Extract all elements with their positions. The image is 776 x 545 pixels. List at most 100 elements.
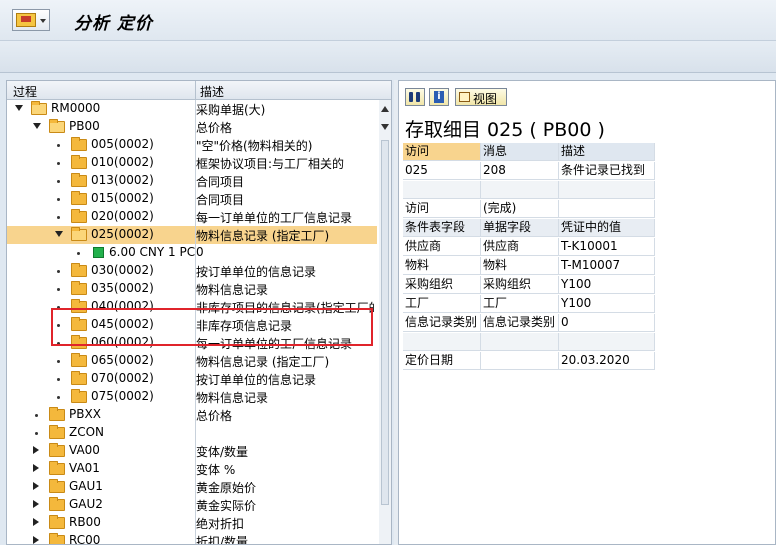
tree-row[interactable]: VA01 变体 %: [7, 460, 377, 478]
tree-node-cell[interactable]: GAU1: [7, 478, 195, 496]
tree-row[interactable]: GAU1 黄金原始价: [7, 478, 377, 496]
cell-access: [403, 181, 481, 199]
tree-row[interactable]: PB00 总价格: [7, 118, 377, 136]
tree-node-description: 采购单据(大): [196, 103, 266, 117]
tree-row[interactable]: 075(0002) 物料信息记录: [7, 388, 377, 406]
tree-node-cell[interactable]: 020(0002): [7, 208, 195, 226]
tree-node-cell[interactable]: RB00: [7, 514, 195, 532]
expand-node-icon[interactable]: [33, 536, 39, 544]
tree-node-cell[interactable]: 005(0002): [7, 136, 195, 154]
tree-row[interactable]: 025(0002) 物料信息记录 (指定工厂): [7, 226, 377, 244]
tree-node-description: 物料信息记录 (指定工厂): [196, 355, 330, 369]
collapse-node-icon[interactable]: [15, 105, 23, 111]
tree-row[interactable]: 013(0002) 合同项目: [7, 172, 377, 190]
green-status-icon: [93, 247, 104, 258]
menu-icon-button[interactable]: [12, 9, 50, 31]
tree-node-cell[interactable]: GAU2: [7, 496, 195, 514]
tree-node-cell[interactable]: 010(0002): [7, 154, 195, 172]
cell-message: 工厂: [481, 295, 559, 313]
folder-icon: [49, 533, 65, 544]
cell-value: 条件记录已找到: [559, 162, 655, 180]
tree-row[interactable]: 070(0002) 按订单单位的信息记录: [7, 370, 377, 388]
tree-row[interactable]: 035(0002) 物料信息记录: [7, 280, 377, 298]
tree-node-label: VA00: [69, 443, 100, 457]
tree-node-cell[interactable]: RC00: [7, 532, 195, 544]
tree-row[interactable]: 6.00 CNY 1 PC 0: [7, 244, 377, 262]
expand-node-icon[interactable]: [33, 464, 39, 472]
tree-node-cell[interactable]: PBXX: [7, 406, 195, 424]
pricing-tree-panel: 过程 描述 RM0000 采购单据(大) PB00 总价格 005(0002) "空"价格…: [6, 80, 392, 545]
column-divider[interactable]: [195, 81, 196, 99]
cell-access: [403, 333, 481, 351]
tree-row[interactable]: RM0000 采购单据(大): [7, 100, 377, 118]
tree-node-label: 013(0002): [91, 173, 154, 187]
tree-row[interactable]: GAU2 黄金实际价: [7, 496, 377, 514]
tree-row[interactable]: 015(0002) 合同项目: [7, 190, 377, 208]
expand-node-icon[interactable]: [33, 500, 39, 508]
collapse-node-icon[interactable]: [55, 231, 63, 237]
tree-node-cell[interactable]: 065(0002): [7, 352, 195, 370]
leaf-bullet-icon: [77, 252, 80, 255]
column-header-process[interactable]: 过程: [13, 83, 37, 100]
tree-node-label: 025(0002): [91, 227, 154, 241]
leaf-bullet-icon: [57, 378, 60, 381]
cell-access: 工厂: [403, 295, 481, 313]
tree-node-cell[interactable]: VA00: [7, 442, 195, 460]
folder-icon: [49, 479, 65, 493]
tree-row[interactable]: 065(0002) 物料信息记录 (指定工厂): [7, 352, 377, 370]
cell-message: 信息记录类别: [481, 314, 559, 332]
scroll-down-icon[interactable]: [381, 124, 389, 130]
tree-row[interactable]: 030(0002) 按订单单位的信息记录: [7, 262, 377, 280]
expand-node-icon[interactable]: [33, 446, 39, 454]
collapse-node-icon[interactable]: [33, 123, 41, 129]
tree-node-cell[interactable]: 070(0002): [7, 370, 195, 388]
leaf-bullet-icon: [57, 360, 60, 363]
tree-row[interactable]: RC00 折扣/数量: [7, 532, 377, 544]
vertical-scrollbar[interactable]: [379, 100, 391, 544]
tree-row[interactable]: VA00 变体/数量: [7, 442, 377, 460]
column-header-description[interactable]: 描述: [200, 83, 224, 100]
view-button[interactable]: 视图: [455, 88, 507, 106]
tree-row[interactable]: RB00 绝对折扣: [7, 514, 377, 532]
tree-row[interactable]: 005(0002) "空"价格(物料相关的): [7, 136, 377, 154]
tree-node-description: 黄金实际价: [196, 499, 257, 513]
tree-node-label: PBXX: [69, 407, 101, 421]
tree-row[interactable]: PBXX 总价格: [7, 406, 377, 424]
tree-node-label: 035(0002): [91, 281, 154, 295]
tree-node-label: 015(0002): [91, 191, 154, 205]
expand-node-icon[interactable]: [33, 518, 39, 526]
folder-icon: [49, 515, 65, 529]
tree-node-cell[interactable]: 6.00 CNY 1 PC: [7, 244, 195, 262]
cell-message: 208: [481, 162, 559, 180]
tree-row[interactable]: 010(0002) 框架协议项目:与工厂相关的: [7, 154, 377, 172]
cell-access: 访问: [403, 200, 481, 218]
scroll-up-icon[interactable]: [381, 106, 389, 112]
tree-node-cell[interactable]: 013(0002): [7, 172, 195, 190]
tree-node-cell[interactable]: 025(0002): [7, 226, 195, 244]
folder-icon: [49, 461, 65, 475]
highlight-box: [51, 308, 373, 346]
tree-row[interactable]: ZCON: [7, 424, 377, 442]
tree-node-label: 020(0002): [91, 209, 154, 223]
folder-icon: [71, 173, 87, 187]
info-icon: i: [434, 91, 444, 103]
tree-node-cell[interactable]: 015(0002): [7, 190, 195, 208]
expand-node-icon[interactable]: [33, 482, 39, 490]
tree-node-cell[interactable]: 035(0002): [7, 280, 195, 298]
transaction-icon: [16, 13, 36, 27]
tree-node-cell[interactable]: VA01: [7, 460, 195, 478]
scroll-thumb[interactable]: [381, 140, 389, 505]
find-button[interactable]: [405, 88, 425, 106]
tree-node-cell[interactable]: PB00: [7, 118, 195, 136]
tree-node-cell[interactable]: RM0000: [7, 100, 195, 118]
info-button[interactable]: i: [429, 88, 449, 106]
tree-node-cell[interactable]: ZCON: [7, 424, 195, 442]
tree-node-cell[interactable]: 075(0002): [7, 388, 195, 406]
leaf-bullet-icon: [57, 216, 60, 219]
tree-node-label: 030(0002): [91, 263, 154, 277]
tree-node-description: 合同项目: [196, 193, 245, 207]
tree-node-cell[interactable]: 030(0002): [7, 262, 195, 280]
folder-icon: [71, 281, 87, 295]
leaf-bullet-icon: [57, 198, 60, 201]
tree-row[interactable]: 020(0002) 每一订单单位的工厂信息记录: [7, 208, 377, 226]
